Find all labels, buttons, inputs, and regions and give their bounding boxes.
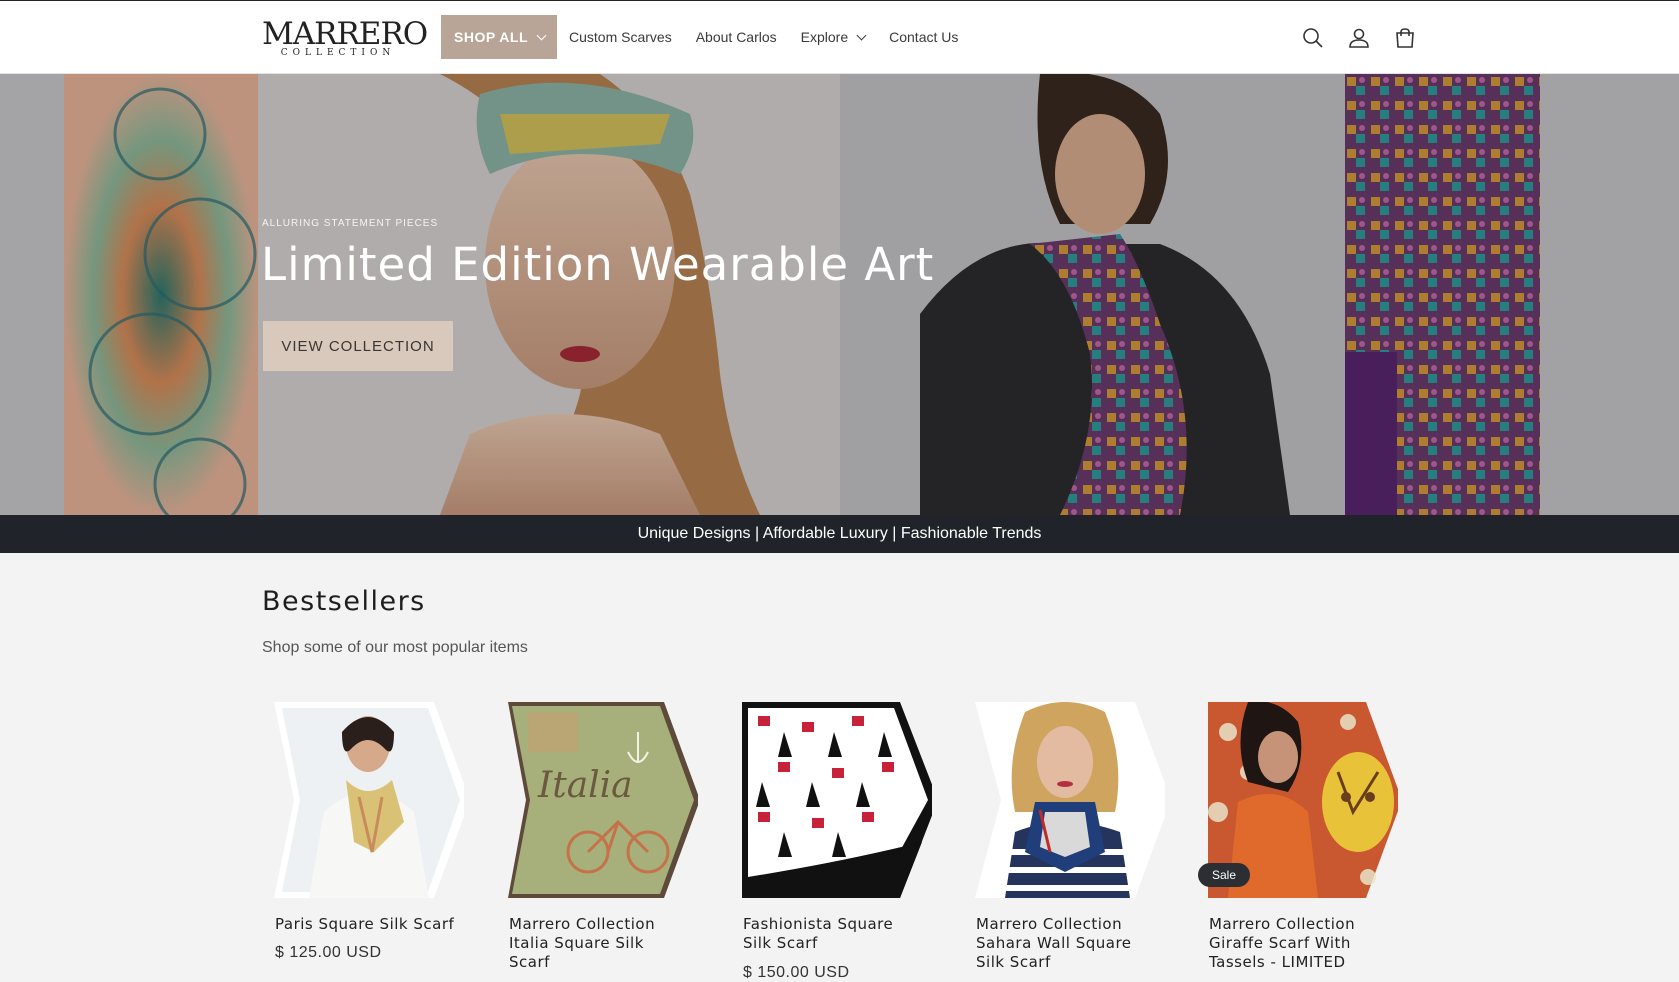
product-name[interactable]: Fashionista Square Silk Scarf [743,915,923,953]
product-image [722,702,932,898]
product-name[interactable]: Marrero Collection Italia Square Silk Sc… [509,915,689,972]
logo[interactable]: MARRERO COLLECTION [262,16,428,59]
nav-label: Custom Scarves [569,29,672,45]
product-card[interactable]: Italia Marrero Collection Italia Square … [488,702,698,974]
svg-text:Italia: Italia [537,765,633,806]
nav-shop-all[interactable]: SHOP ALL [441,15,558,59]
section-title: Bestsellers [262,586,426,617]
nav-label: Contact Us [889,29,959,45]
nav-about-carlos[interactable]: About Carlos [684,15,789,59]
cart-icon [1396,28,1414,48]
product-name[interactable]: Marrero Collection Giraffe Scarf With Ta… [1209,915,1389,972]
cart-button[interactable] [1382,21,1428,55]
logo-subtext: COLLECTION [280,48,396,58]
nav-label: Explore [800,29,849,45]
chevron-down-icon [856,30,867,40]
view-collection-button[interactable]: VIEW COLLECTION [263,321,453,371]
product-image: Italia [488,702,698,898]
chevron-down-icon [536,30,547,40]
nav-explore[interactable]: Explore [789,15,877,59]
announcement-bar: Unique Designs | Affordable Luxury | Fas… [0,515,1679,553]
announcement-text: Unique Designs | Affordable Luxury | Fas… [637,525,1042,542]
product-card[interactable]: Fashionista Square Silk Scarf $ 150.00 U… [722,702,932,981]
nav-label: About Carlos [695,29,777,45]
sale-badge: Sale [1198,863,1251,887]
product-name[interactable]: Paris Square Silk Scarf [275,915,455,934]
product-card[interactable]: Sale Marrero Collection Giraffe Scarf Wi… [1188,702,1398,974]
product-name[interactable]: Marrero Collection Sahara Wall Square Si… [976,915,1156,972]
hero-overlay [0,74,1679,515]
search-icon [1303,28,1323,48]
hero-title: Limited Edition Wearable Art [261,238,935,291]
account-icon [1349,28,1369,48]
product-price: $ 125.00 USD [275,944,382,961]
logo-text: MARRERO [262,16,428,52]
nav-contact-us[interactable]: Contact Us [877,15,970,59]
main-nav: SHOP ALL Custom Scarves About Carlos Exp… [441,15,970,59]
section-subtitle: Shop some of our most popular items [262,639,528,656]
hero-subheading: ALLURING STATEMENT PIECES [262,218,439,229]
search-button[interactable] [1290,21,1336,55]
header-icons [1290,21,1428,55]
product-image: Sale [1188,702,1398,898]
product-price: $ 150.00 USD [743,964,850,981]
product-image [254,702,464,898]
nav-custom-scarves[interactable]: Custom Scarves [557,15,684,59]
product-card[interactable]: Paris Square Silk Scarf $ 125.00 USD [254,702,464,974]
account-button[interactable] [1336,21,1382,55]
nav-label: SHOP ALL [454,29,529,45]
site-header: MARRERO COLLECTION SHOP ALL Custom Scarv… [0,0,1679,74]
product-image [955,702,1165,898]
hero-banner: ALLURING STATEMENT PIECES Limited Editio… [0,74,1679,515]
product-card[interactable]: Marrero Collection Sahara Wall Square Si… [955,702,1165,974]
